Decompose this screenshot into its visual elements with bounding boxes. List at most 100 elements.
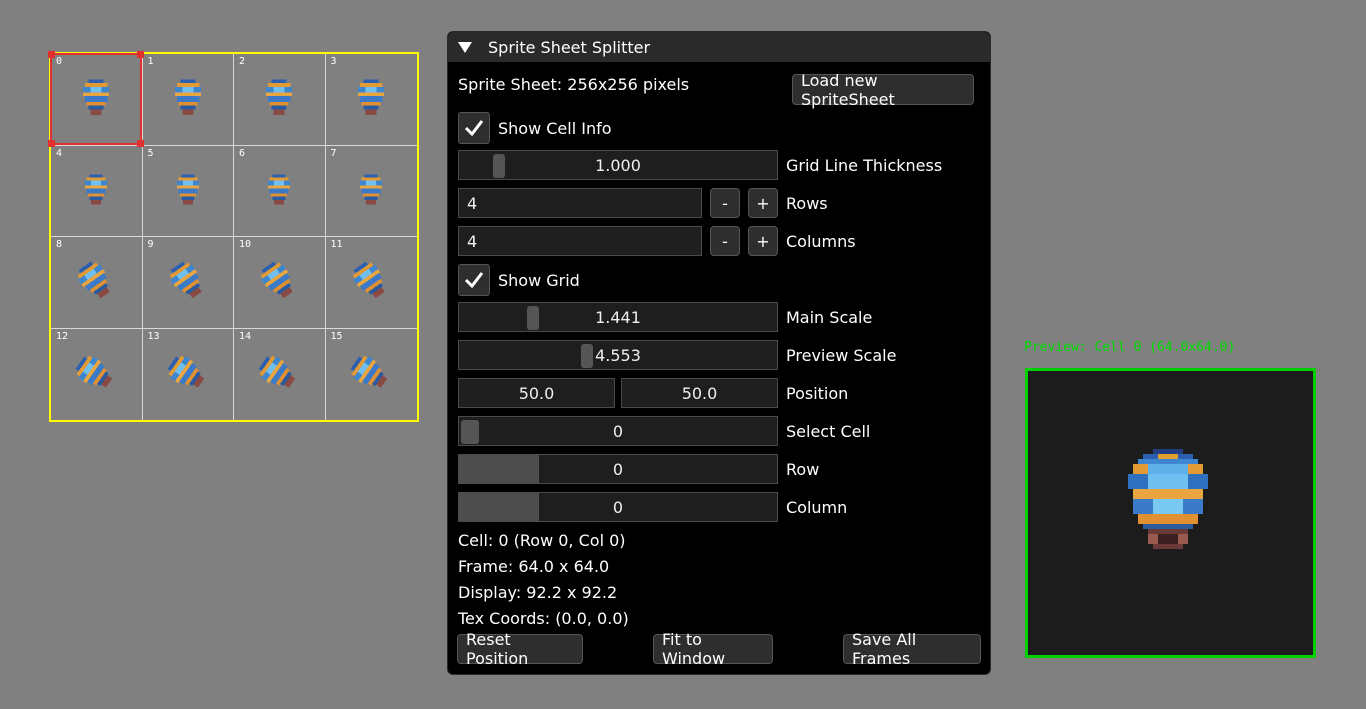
cell-index-label: 7 — [330, 147, 337, 159]
sprite-cell[interactable]: 2 — [234, 54, 326, 146]
sprite-frame — [352, 261, 385, 299]
columns-increment-button[interactable]: + — [748, 226, 778, 256]
rows-value: 4 — [467, 193, 478, 213]
sprite-cell[interactable]: 7 — [325, 146, 417, 237]
sprite-frame — [258, 355, 296, 388]
sprite-frame — [75, 355, 113, 388]
selection-handle[interactable] — [137, 140, 144, 147]
row-slider[interactable]: 0 — [458, 454, 778, 484]
main-scale-slider[interactable]: 1.441 — [458, 302, 778, 332]
panel-header[interactable]: Sprite Sheet Splitter — [448, 32, 990, 62]
show-grid-checkbox[interactable] — [458, 264, 490, 296]
rows-label: Rows — [786, 193, 828, 213]
sprite-cell[interactable]: 13 — [143, 328, 234, 420]
show-cell-info-checkbox[interactable] — [458, 112, 490, 144]
slider-value: 0 — [612, 459, 624, 479]
slider-value: 4.553 — [595, 345, 641, 365]
sprite-frame — [358, 79, 385, 116]
save-all-frames-button[interactable]: Save All Frames — [843, 630, 981, 668]
fit-to-window-button[interactable]: Fit to Window — [653, 630, 773, 668]
sprite-frame — [176, 174, 199, 205]
grid-line-thickness-label: Grid Line Thickness — [786, 155, 943, 175]
display-info-text: Display: 92.2 x 92.2 — [458, 583, 618, 602]
show-grid-label: Show Grid — [498, 270, 580, 290]
cell-index-label: 4 — [56, 147, 63, 159]
slider-grab[interactable] — [459, 493, 539, 521]
tex-coords-text: Tex Coords: (0.0, 0.0) — [458, 609, 629, 628]
cell-index-label: 8 — [56, 239, 63, 250]
collapse-triangle-icon[interactable] — [458, 41, 472, 53]
sprite-cell[interactable]: 4 — [51, 145, 143, 237]
sprite-cell[interactable]: 8 — [51, 237, 143, 329]
preview-sprite — [1128, 449, 1208, 549]
position-label: Position — [786, 383, 849, 403]
slider-value: 0 — [612, 497, 624, 517]
sprite-cell[interactable]: 15 — [326, 329, 418, 421]
sprite-frame — [266, 79, 293, 116]
columns-input[interactable]: 4 — [458, 226, 702, 256]
slider-grab[interactable] — [527, 306, 539, 330]
column-label: Column — [786, 497, 848, 517]
cell-index-label: 11 — [330, 239, 343, 250]
sprite-cell[interactable]: 3 — [325, 54, 417, 146]
sprite-cell[interactable]: 9 — [142, 237, 234, 329]
rows-decrement-button[interactable]: - — [710, 188, 740, 218]
position-y-value: 50.0 — [681, 383, 718, 403]
select-cell-slider[interactable]: 0 — [458, 416, 778, 446]
sprite-cell[interactable]: 11 — [325, 237, 417, 329]
sprite-cell[interactable]: 5 — [142, 145, 234, 237]
position-x-value: 50.0 — [518, 383, 555, 403]
selection-handle[interactable] — [48, 51, 55, 58]
slider-grab[interactable] — [459, 455, 539, 483]
sprite-cell[interactable]: 12 — [51, 328, 143, 420]
cell-index-label: 13 — [147, 330, 160, 342]
slider-value: 1.000 — [595, 155, 641, 175]
sprite-sheet-splitter-panel: Sprite Sheet Splitter Sprite Sheet: 256x… — [447, 31, 991, 675]
cell-index-label: 3 — [330, 56, 337, 67]
cell-index-label: 10 — [239, 239, 252, 250]
slider-grab[interactable] — [493, 154, 505, 178]
slider-grab[interactable] — [461, 420, 479, 444]
checkmark-icon — [464, 120, 484, 137]
checkmark-icon — [464, 272, 484, 289]
cell-index-label: 14 — [239, 330, 252, 342]
cell-index-label: 5 — [147, 147, 154, 159]
load-spritesheet-button[interactable]: Load new SpriteSheet — [792, 71, 974, 109]
cell-index-label: 1 — [147, 56, 154, 67]
selection-handle[interactable] — [48, 140, 55, 147]
rows-increment-button[interactable]: + — [748, 188, 778, 218]
sprite-cell[interactable]: 1 — [142, 54, 234, 146]
sprite-cell[interactable]: 14 — [234, 328, 326, 420]
columns-value: 4 — [467, 231, 478, 251]
sprite-frame — [167, 355, 205, 388]
cell-index-label: 12 — [56, 330, 69, 342]
cell-index-label: 15 — [330, 330, 343, 342]
columns-decrement-button[interactable]: - — [710, 226, 740, 256]
selection-handle[interactable] — [137, 51, 144, 58]
sprite-cell[interactable]: 10 — [234, 237, 326, 329]
column-slider[interactable]: 0 — [458, 492, 778, 522]
position-y-input[interactable]: 50.0 — [621, 378, 778, 408]
panel-title: Sprite Sheet Splitter — [488, 37, 651, 57]
cell-index-label: 9 — [147, 239, 154, 250]
rows-input[interactable]: 4 — [458, 188, 702, 218]
sprite-frame — [169, 261, 202, 299]
selected-cell-highlight — [48, 51, 144, 147]
sprite-frame — [77, 261, 110, 299]
preview-scale-slider[interactable]: 4.553 — [458, 340, 778, 370]
sprite-frame — [360, 174, 383, 205]
cell-index-label: 6 — [239, 147, 246, 159]
sprite-frame — [350, 355, 388, 388]
columns-label: Columns — [786, 231, 856, 251]
preview-panel — [1025, 368, 1316, 658]
cell-info-text: Cell: 0 (Row 0, Col 0) — [458, 531, 626, 550]
position-x-input[interactable]: 50.0 — [458, 378, 615, 408]
reset-position-button[interactable]: Reset Position — [457, 630, 583, 668]
preview-scale-label: Preview Scale — [786, 345, 897, 365]
main-scale-label: Main Scale — [786, 307, 873, 327]
sprite-sheet-info: Sprite Sheet: 256x256 pixels — [458, 75, 690, 94]
grid-line-thickness-slider[interactable]: 1.000 — [458, 150, 778, 180]
sprite-cell[interactable]: 6 — [234, 145, 326, 237]
preview-label: Preview: Cell 0 (64.0x64.0) — [1024, 340, 1236, 355]
slider-grab[interactable] — [581, 344, 593, 368]
